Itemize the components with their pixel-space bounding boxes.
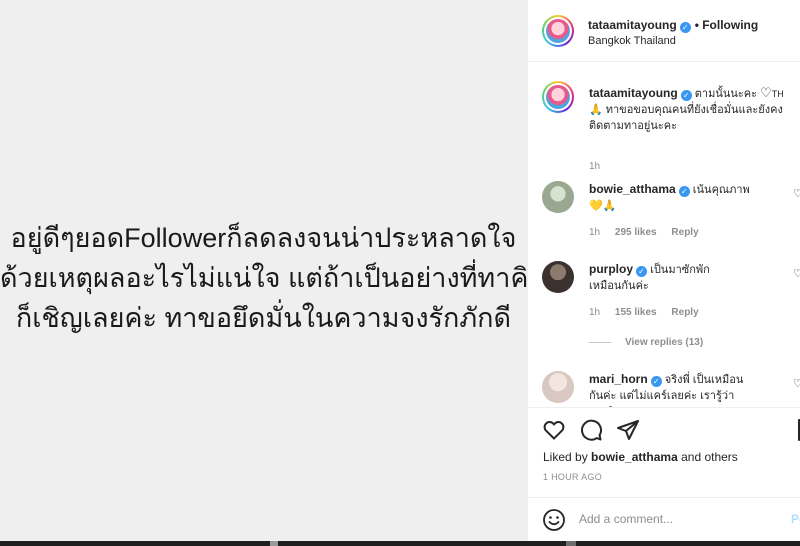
comment-likes[interactable]: 295 likes <box>615 227 657 238</box>
caption-text-block: tataamitayoung ✓ ตามนั้นนะคะ ♡TH 🙏 ทาขอขอ… <box>589 85 799 134</box>
verified-icon: ✓ <box>679 22 691 33</box>
comment-icon[interactable] <box>579 418 603 442</box>
heart-outline-icon: ♡ <box>760 85 772 100</box>
post-timestamp: 1 HOUR AGO <box>543 472 603 482</box>
caption-comment: tataamitayoung ✓ ตามนั้นนะคะ ♡TH 🙏 ทาขอขอ… <box>528 77 800 172</box>
comment-text-block: purploy ✓ เป็นมาซักพักเหมือนกันค่ะ <box>589 261 739 294</box>
comment-text: เน้นคุณภาพ <box>692 184 750 196</box>
comment-like-icon[interactable]: ♡ <box>793 267 800 280</box>
post-header: tataamitayoung ✓ • Following Bangkok Thail… <box>528 0 800 62</box>
comment-item: mari_horn ✓ จริงพี่ เป็นเหมือนกันค่ะ แต่ไ… <box>528 369 800 408</box>
comment-time: 1h <box>589 307 601 318</box>
post-image-line-3: ก็เชิญเลยค่ะ ทาขอยึดมั่นในความจงรักภักดี <box>15 303 512 333</box>
comment-like-icon[interactable]: ♡ <box>793 377 800 390</box>
share-icon[interactable] <box>616 418 640 442</box>
th-tag: TH <box>771 89 784 99</box>
view-replies-label: View replies (13) <box>625 337 704 348</box>
emoji-smiley-icon[interactable] <box>542 508 566 532</box>
bottom-strip <box>0 541 800 546</box>
comment-input[interactable]: Add a comment... <box>579 512 673 526</box>
following-button[interactable]: • Following <box>695 18 759 32</box>
post-comment-button[interactable]: Po <box>791 512 800 526</box>
comment-text-block: mari_horn ✓ จริงพี่ เป็นเหมือนกันค่ะ แต่ไ… <box>589 371 749 408</box>
liked-by-summary: Liked by bowie_atthama and others <box>543 450 738 464</box>
comment-item: bowie_atthama✓ เน้นคุณภาพ 💛🙏 ♡ 1h 295 li… <box>528 179 800 259</box>
post-image-text: อยู่ดีๆยอดFollowerก็ลดลงจนน่าประหลาดใจ ด… <box>0 218 527 338</box>
post-image[interactable]: อยู่ดีๆยอดFollowerก็ลดลงจนน่าประหลาดใจ ด… <box>0 0 527 546</box>
reply-button[interactable]: Reply <box>671 307 698 318</box>
commenter-username[interactable]: mari_horn <box>589 372 648 386</box>
post-image-line-1: อยู่ดีๆยอดFollowerก็ลดลงจนน่าประหลาดใจ <box>10 223 517 253</box>
like-heart-icon[interactable] <box>542 418 566 442</box>
comment-like-icon[interactable]: ♡ <box>793 187 800 200</box>
author-username[interactable]: tataamitayoung <box>588 18 677 32</box>
comment-meta: 1h 295 likes Reply <box>589 227 711 238</box>
add-comment-bar: Add a comment... Po <box>528 497 800 541</box>
liked-by-suffix[interactable]: and others <box>681 450 738 464</box>
commenter-avatar[interactable] <box>542 261 574 293</box>
comment-item: purploy✓ เป็นมาซักพักเหมือนกันค่ะ ♡ 1h 1… <box>528 259 800 359</box>
view-replies-button[interactable]: View replies (13) <box>589 337 703 348</box>
liked-by-user[interactable]: bowie_atthama <box>591 450 678 464</box>
comment-emoji: 💛🙏 <box>589 200 617 212</box>
caption-time: 1h <box>589 161 601 172</box>
post-detail-panel: tataamitayoung ✓ • Following Bangkok Thail… <box>527 0 800 541</box>
comment-time: 1h <box>589 227 601 238</box>
verified-icon: ✓ <box>678 186 690 197</box>
commenter-avatar[interactable] <box>542 181 574 213</box>
caption-avatar[interactable] <box>542 81 574 113</box>
liked-by-prefix: Liked by <box>543 450 588 464</box>
reply-button[interactable]: Reply <box>671 227 698 238</box>
verified-icon: ✓ <box>636 266 647 277</box>
verified-icon: ✓ <box>680 90 692 101</box>
commenter-username[interactable]: bowie_atthama <box>589 182 676 196</box>
caption-text-2: 🙏 ทาขอขอบคุณคนที่ยังเชื่อมั่นและยังคง <box>589 104 783 116</box>
post-location[interactable]: Bangkok Thailand <box>588 35 676 47</box>
caption-text-1: ตามนั้นนะคะ <box>694 88 758 100</box>
action-bar <box>528 407 800 447</box>
verified-icon: ✓ <box>650 376 662 387</box>
save-bookmark-icon[interactable] <box>794 418 800 442</box>
commenter-avatar[interactable] <box>542 371 574 403</box>
caption-text-3: ติดตามทาอยู่นะคะ <box>589 120 678 132</box>
comment-meta: 1h 155 likes Reply <box>589 307 711 318</box>
caption-username[interactable]: tataamitayoung <box>589 86 678 100</box>
post-image-line-2: ด้วยเหตุผลอะไรไม่แน่ใจ แต่ถ้าเป็นอย่างที… <box>0 263 527 293</box>
comments-list[interactable]: tataamitayoung ✓ ตามนั้นนะคะ ♡TH 🙏 ทาขอขอ… <box>528 63 800 408</box>
commenter-username[interactable]: purploy <box>589 262 633 276</box>
author-avatar[interactable] <box>542 15 574 47</box>
comment-text-block: bowie_atthama ✓ เน้นคุณภาพ 💛🙏 <box>589 181 799 214</box>
comment-likes[interactable]: 155 likes <box>615 307 657 318</box>
